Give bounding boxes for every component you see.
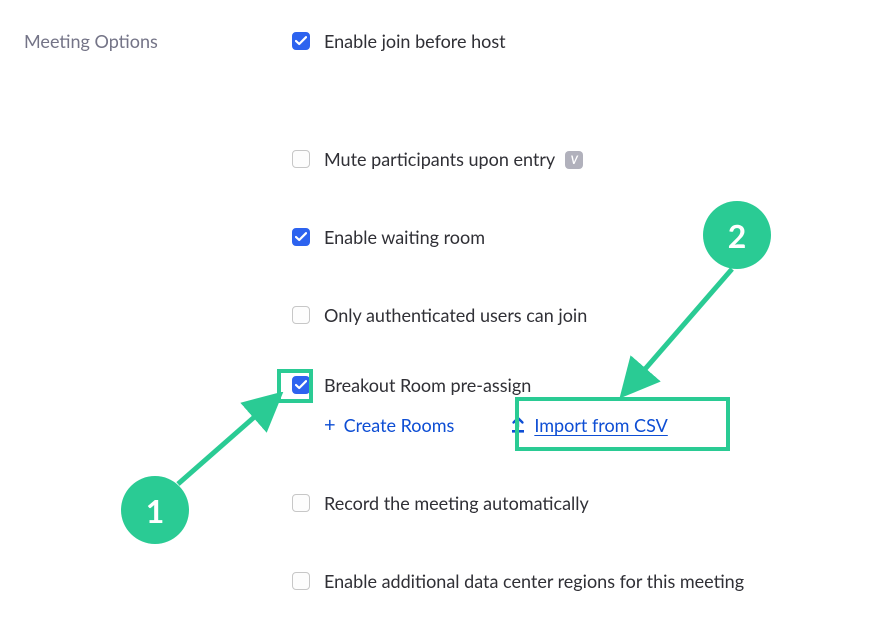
label-breakout-preassign: Breakout Room pre-assign [324,374,531,396]
import-csv-label: Import from CSV [534,414,667,436]
check-icon [295,380,307,390]
breakout-sub-actions: + Create Rooms Import from CSV [324,414,857,436]
label-join-before-host: Enable join before host [324,30,506,52]
create-rooms-label: Create Rooms [344,414,455,436]
option-data-centers-row: Enable additional data center regions fo… [292,568,857,594]
option-join-before-host-row: Enable join before host [292,28,857,54]
label-mute-on-entry: Mute participants upon entry [324,148,555,170]
check-icon [295,36,307,46]
option-mute-on-entry-row: Mute participants upon entry V [292,146,857,172]
create-rooms-button[interactable]: + Create Rooms [324,414,454,436]
label-record-auto: Record the meeting automatically [324,492,589,514]
label-data-centers: Enable additional data center regions fo… [324,570,744,592]
check-icon [295,232,307,242]
meeting-options-list: Enable join before host Mute participant… [292,28,857,594]
checkbox-join-before-host[interactable] [292,32,310,50]
checkbox-waiting-room[interactable] [292,228,310,246]
annotation-callout-2: 2 [703,201,771,269]
option-auth-only-row: Only authenticated users can join [292,302,857,328]
plus-icon: + [324,415,336,435]
checkbox-breakout-preassign[interactable] [292,376,310,394]
option-record-auto-row: Record the meeting automatically [292,490,857,516]
checkbox-record-auto[interactable] [292,494,310,512]
import-csv-button[interactable]: Import from CSV [510,414,667,436]
label-waiting-room: Enable waiting room [324,226,485,248]
label-auth-only: Only authenticated users can join [324,304,587,326]
option-breakout-preassign-row: Breakout Room pre-assign [292,372,857,398]
checkbox-mute-on-entry[interactable] [292,150,310,168]
checkbox-auth-only[interactable] [292,306,310,324]
option-waiting-room-row: Enable waiting room [292,224,857,250]
locked-badge-icon: V [565,151,583,169]
checkbox-data-centers[interactable] [292,572,310,590]
annotation-callout-1: 1 [121,476,189,544]
upload-icon [510,416,526,434]
